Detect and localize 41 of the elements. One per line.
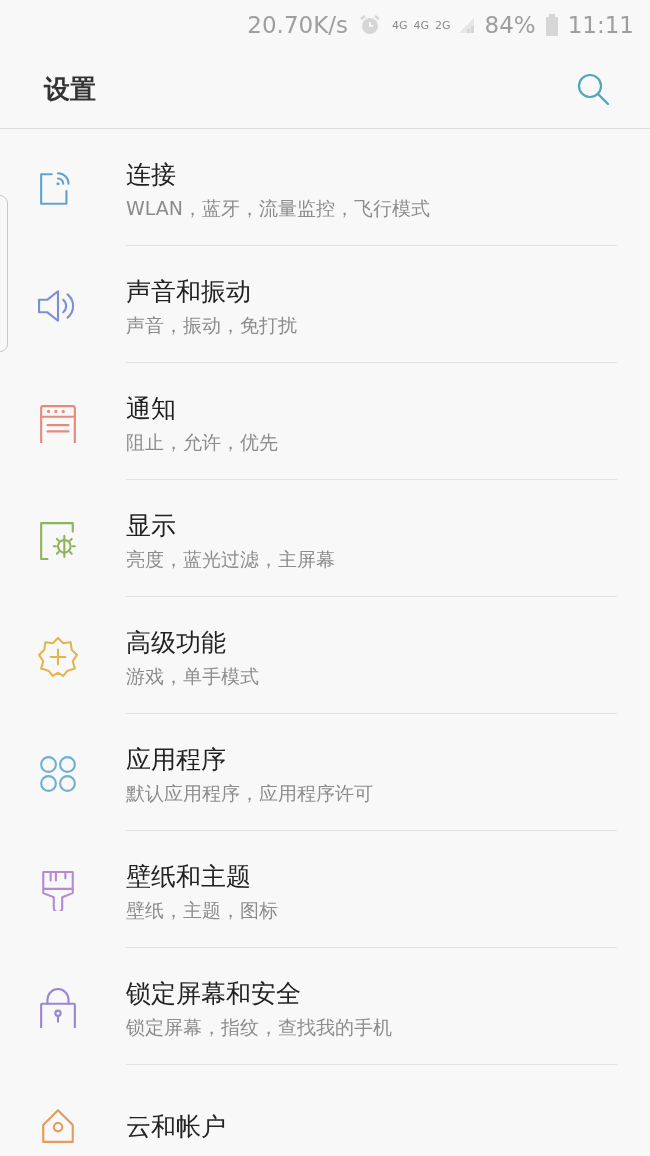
search-icon[interactable] [576,72,610,106]
settings-item[interactable]: 壁纸和主题 壁纸，主题，图标 [0,831,650,948]
item-title: 锁定屏幕和安全 [126,978,302,1010]
item-subtitle: 阻止，允许，优先 [126,430,279,455]
notification-panel-icon [38,402,78,443]
screen-brightness-icon [38,519,78,560]
network-label: 4G [413,19,430,31]
settings-item[interactable]: 云和帐户 [0,1065,650,1156]
settings-item[interactable]: 通知 阻止，允许，优先 [0,363,650,480]
padlock-icon [38,987,78,1028]
item-title: 云和帐户 [126,1110,227,1143]
settings-item[interactable]: 连接 WLAN，蓝牙，流量监控，飞行模式 [0,129,650,246]
item-title: 高级功能 [126,627,227,659]
item-title: 显示 [126,510,177,542]
settings-item[interactable]: 声音和振动 声音，振动，免打扰 [0,246,650,363]
settings-item[interactable]: 锁定屏幕和安全 锁定屏幕，指纹，查找我的手机 [0,948,650,1065]
item-subtitle: 游戏，单手模式 [126,664,260,689]
item-title: 通知 [126,393,177,425]
item-title: 声音和振动 [126,276,252,308]
gear-plus-icon [38,636,78,677]
battery-percent: 84% [484,10,536,40]
item-subtitle: 亮度，蓝光过滤，主屏幕 [126,547,336,572]
clock: 11:11 [567,10,634,40]
settings-item[interactable]: 高级功能 游戏，单手模式 [0,597,650,714]
item-subtitle: WLAN，蓝牙，流量监控，飞行模式 [126,196,432,221]
item-subtitle: 默认应用程序，应用程序许可 [126,781,374,806]
network-speed: 20.70K/s [247,10,348,40]
item-title: 应用程序 [126,744,227,776]
item-title: 连接 [126,159,177,191]
network-label: 2G [435,19,451,31]
apps-grid-icon [38,753,78,794]
settings-item[interactable]: 应用程序 默认应用程序，应用程序许可 [0,714,650,831]
item-subtitle: 声音，振动，免打扰 [126,313,298,338]
network-label: 4G [392,19,408,31]
battery-icon [545,14,558,36]
settings-item[interactable]: 显示 亮度，蓝光过滤，主屏幕 [0,480,650,597]
page-title: 设置 [44,72,96,106]
item-subtitle: 锁定屏幕，指纹，查找我的手机 [126,1015,393,1040]
alarm-icon [358,13,382,37]
item-title: 壁纸和主题 [126,861,252,893]
item-subtitle: 壁纸，主题，图标 [126,898,279,923]
